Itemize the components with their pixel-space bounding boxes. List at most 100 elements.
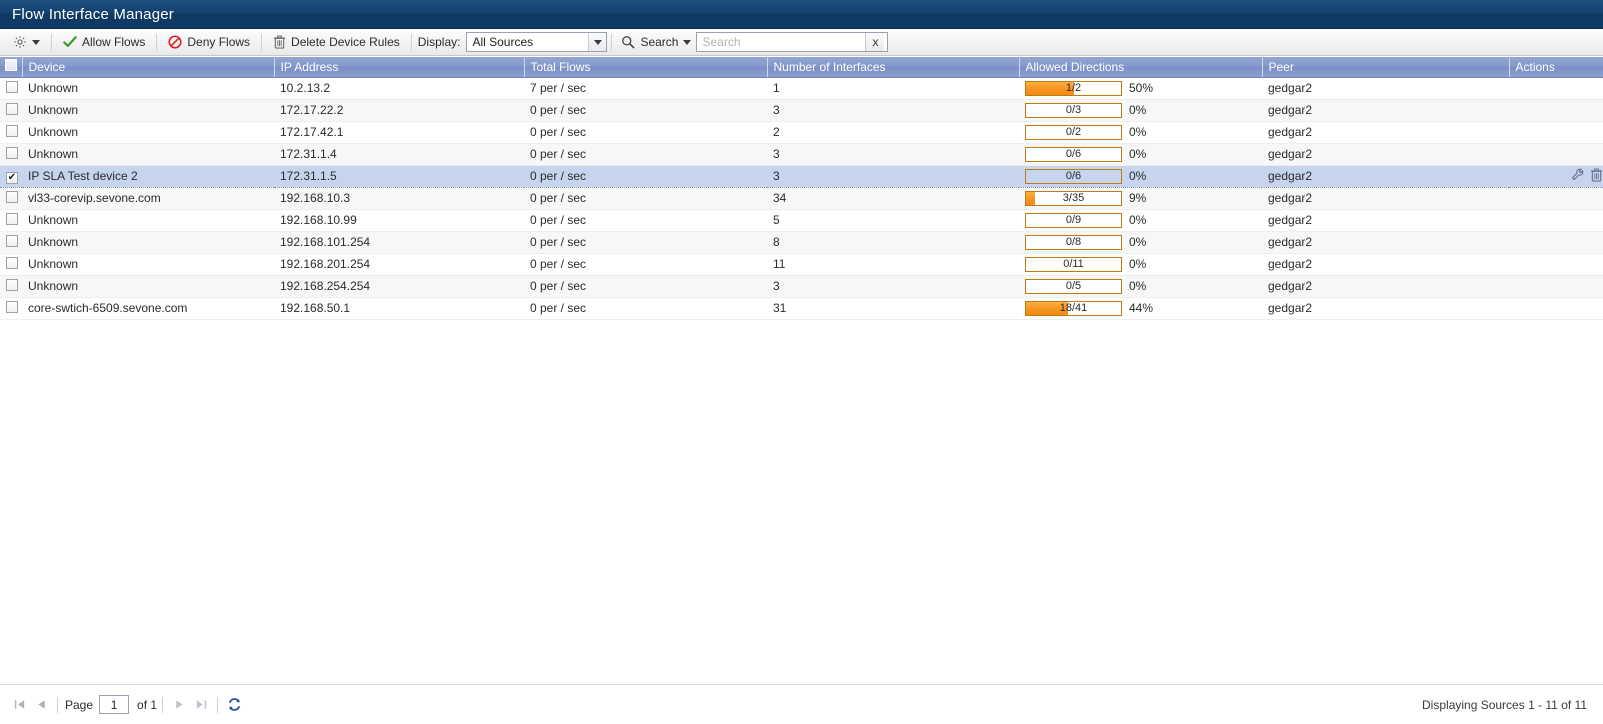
row-checkbox[interactable]	[6, 234, 18, 247]
chevron-down-icon[interactable]	[588, 33, 607, 51]
allowed-directions-bar-text: 1/2	[1065, 82, 1082, 94]
allow-flows-button[interactable]: Allow Flows	[56, 33, 152, 51]
row-select-cell[interactable]	[0, 143, 22, 166]
cell-peer: gedgar2	[1262, 209, 1509, 232]
row-select-cell[interactable]	[0, 187, 22, 210]
last-page-icon[interactable]	[190, 694, 212, 716]
search-input[interactable]	[697, 33, 866, 51]
row-select-cell[interactable]	[0, 77, 22, 100]
display-source-select[interactable]: All Sources	[466, 32, 608, 52]
table-row[interactable]: Unknown 172.17.42.1 0 per / sec 2 0/2 0% gedga…	[0, 121, 1603, 144]
table-row[interactable]: Unknown 192.168.201.254 0 per / sec 11 0/11 0…	[0, 253, 1603, 276]
select-all-header[interactable]	[0, 57, 23, 78]
allowed-directions-percent: 44%	[1129, 301, 1154, 315]
pager-divider	[57, 696, 58, 713]
table-row[interactable]: Unknown 192.168.10.99 0 per / sec 5 0/9 0% ged…	[0, 209, 1603, 232]
table-row[interactable]: ✔ IP SLA Test device 2 172.31.1.5 0 per / s…	[0, 164, 1603, 188]
column-header-peer[interactable]: Peer	[1262, 57, 1510, 78]
settings-menu-button[interactable]	[6, 33, 47, 51]
cell-allowed-directions: 0/5 0%	[1019, 275, 1262, 298]
row-select-cell[interactable]	[0, 209, 22, 232]
refresh-icon[interactable]	[223, 694, 245, 716]
row-checkbox[interactable]	[6, 146, 18, 159]
row-select-cell[interactable]	[0, 297, 22, 320]
row-select-cell[interactable]	[0, 253, 22, 276]
table-row[interactable]: Unknown 192.168.254.254 0 per / sec 3 0/5 0% g…	[0, 275, 1603, 298]
row-checkbox[interactable]: ✔	[6, 171, 18, 184]
cell-actions[interactable]	[1509, 275, 1603, 298]
display-source-value: All Sources	[472, 35, 534, 49]
select-all-checkbox[interactable]	[5, 59, 17, 72]
row-select-cell[interactable]	[0, 121, 22, 144]
column-header-device[interactable]: Device	[22, 57, 275, 78]
pager-divider	[162, 696, 164, 713]
search-field-wrapper[interactable]: x	[696, 32, 889, 52]
allowed-directions-bar: 3/35	[1025, 190, 1122, 206]
row-checkbox[interactable]	[6, 278, 18, 291]
row-select-cell[interactable]	[0, 231, 22, 254]
close-icon[interactable]: x	[865, 33, 885, 51]
row-checkbox[interactable]	[6, 212, 18, 225]
cell-actions[interactable]	[1509, 297, 1603, 320]
pagination-controls: Page of 1	[8, 694, 245, 716]
cell-actions[interactable]	[1509, 253, 1603, 276]
search-menu-button[interactable]: Search	[616, 33, 696, 51]
allowed-directions-percent: 0%	[1129, 279, 1147, 293]
table-row[interactable]: Unknown 172.31.1.4 0 per / sec 3 0/6 0% gedgar…	[0, 143, 1603, 166]
table-row[interactable]: Unknown 172.17.22.2 0 per / sec 3 0/3 0% gedga…	[0, 99, 1603, 122]
row-checkbox[interactable]	[6, 102, 18, 115]
sources-table: Device IP Address Total Flows Number of …	[0, 57, 1603, 320]
cell-actions[interactable]	[1509, 209, 1603, 232]
cell-actions[interactable]	[1509, 187, 1603, 210]
deny-flows-button[interactable]: Deny Flows	[161, 33, 257, 51]
cell-total-flows: 0 per / sec	[524, 121, 767, 144]
table-row[interactable]: vl33-corevip.sevone.com 192.168.10.3 0 per…	[0, 187, 1603, 210]
column-header-actions[interactable]: Actions	[1509, 57, 1603, 78]
column-header-ip-address[interactable]: IP Address	[274, 57, 525, 78]
cell-actions[interactable]	[1509, 231, 1603, 254]
allowed-directions-bar-text: 0/2	[1065, 126, 1082, 138]
cell-actions[interactable]	[1509, 143, 1603, 166]
cell-actions[interactable]	[1509, 121, 1603, 144]
cell-total-flows: 0 per / sec	[524, 253, 767, 276]
cell-peer: gedgar2	[1262, 164, 1509, 188]
cell-ip-address: 192.168.50.1	[274, 297, 524, 320]
cell-ip-address: 192.168.101.254	[274, 231, 524, 254]
row-checkbox[interactable]	[6, 300, 18, 313]
first-page-icon[interactable]	[8, 694, 30, 716]
cell-actions[interactable]	[1509, 164, 1603, 188]
cell-ip-address: 172.17.42.1	[274, 121, 524, 144]
trash-icon[interactable]	[1590, 168, 1603, 185]
allowed-directions-bar-text: 0/8	[1065, 236, 1082, 248]
toolbar-divider	[410, 33, 412, 51]
chevron-down-icon	[32, 39, 40, 45]
row-select-cell[interactable]	[0, 99, 22, 122]
column-header-number-of-interfaces[interactable]: Number of Interfaces	[767, 57, 1020, 78]
cell-allowed-directions: 0/3 0%	[1019, 99, 1262, 122]
row-checkbox[interactable]	[6, 256, 18, 269]
wrench-icon[interactable]	[1571, 168, 1584, 184]
prev-page-icon[interactable]	[30, 694, 52, 716]
table-row[interactable]: Unknown 192.168.101.254 0 per / sec 8 0/8 0% g…	[0, 231, 1603, 254]
row-checkbox[interactable]	[6, 124, 18, 137]
delete-device-rules-button[interactable]: Delete Device Rules	[266, 33, 407, 51]
chevron-down-icon	[683, 39, 692, 45]
column-header-allowed-directions[interactable]: Allowed Directions	[1019, 57, 1263, 78]
cell-actions[interactable]	[1509, 77, 1603, 100]
cell-number-of-interfaces: 3	[767, 143, 1019, 166]
row-select-cell[interactable]	[0, 275, 22, 298]
table-row[interactable]: Unknown 10.2.13.2 7 per / sec 1 1/2 50% gedgar…	[0, 77, 1603, 100]
page-number-input[interactable]	[99, 695, 130, 714]
cell-device: Unknown	[22, 253, 274, 276]
row-select-cell[interactable]: ✔	[0, 164, 22, 188]
table-row[interactable]: core-swtich-6509.sevone.com 192.168.50.1 0…	[0, 297, 1603, 320]
cell-allowed-directions: 0/2 0%	[1019, 121, 1262, 144]
cell-allowed-directions: 0/6 0%	[1019, 143, 1262, 166]
row-checkbox[interactable]	[6, 190, 18, 203]
row-checkbox[interactable]	[6, 80, 18, 93]
cell-actions[interactable]	[1509, 99, 1603, 122]
cell-peer: gedgar2	[1262, 297, 1509, 320]
column-header-total-flows[interactable]: Total Flows	[524, 57, 768, 78]
allowed-directions-percent: 0%	[1129, 213, 1147, 227]
next-page-icon[interactable]	[168, 694, 190, 716]
